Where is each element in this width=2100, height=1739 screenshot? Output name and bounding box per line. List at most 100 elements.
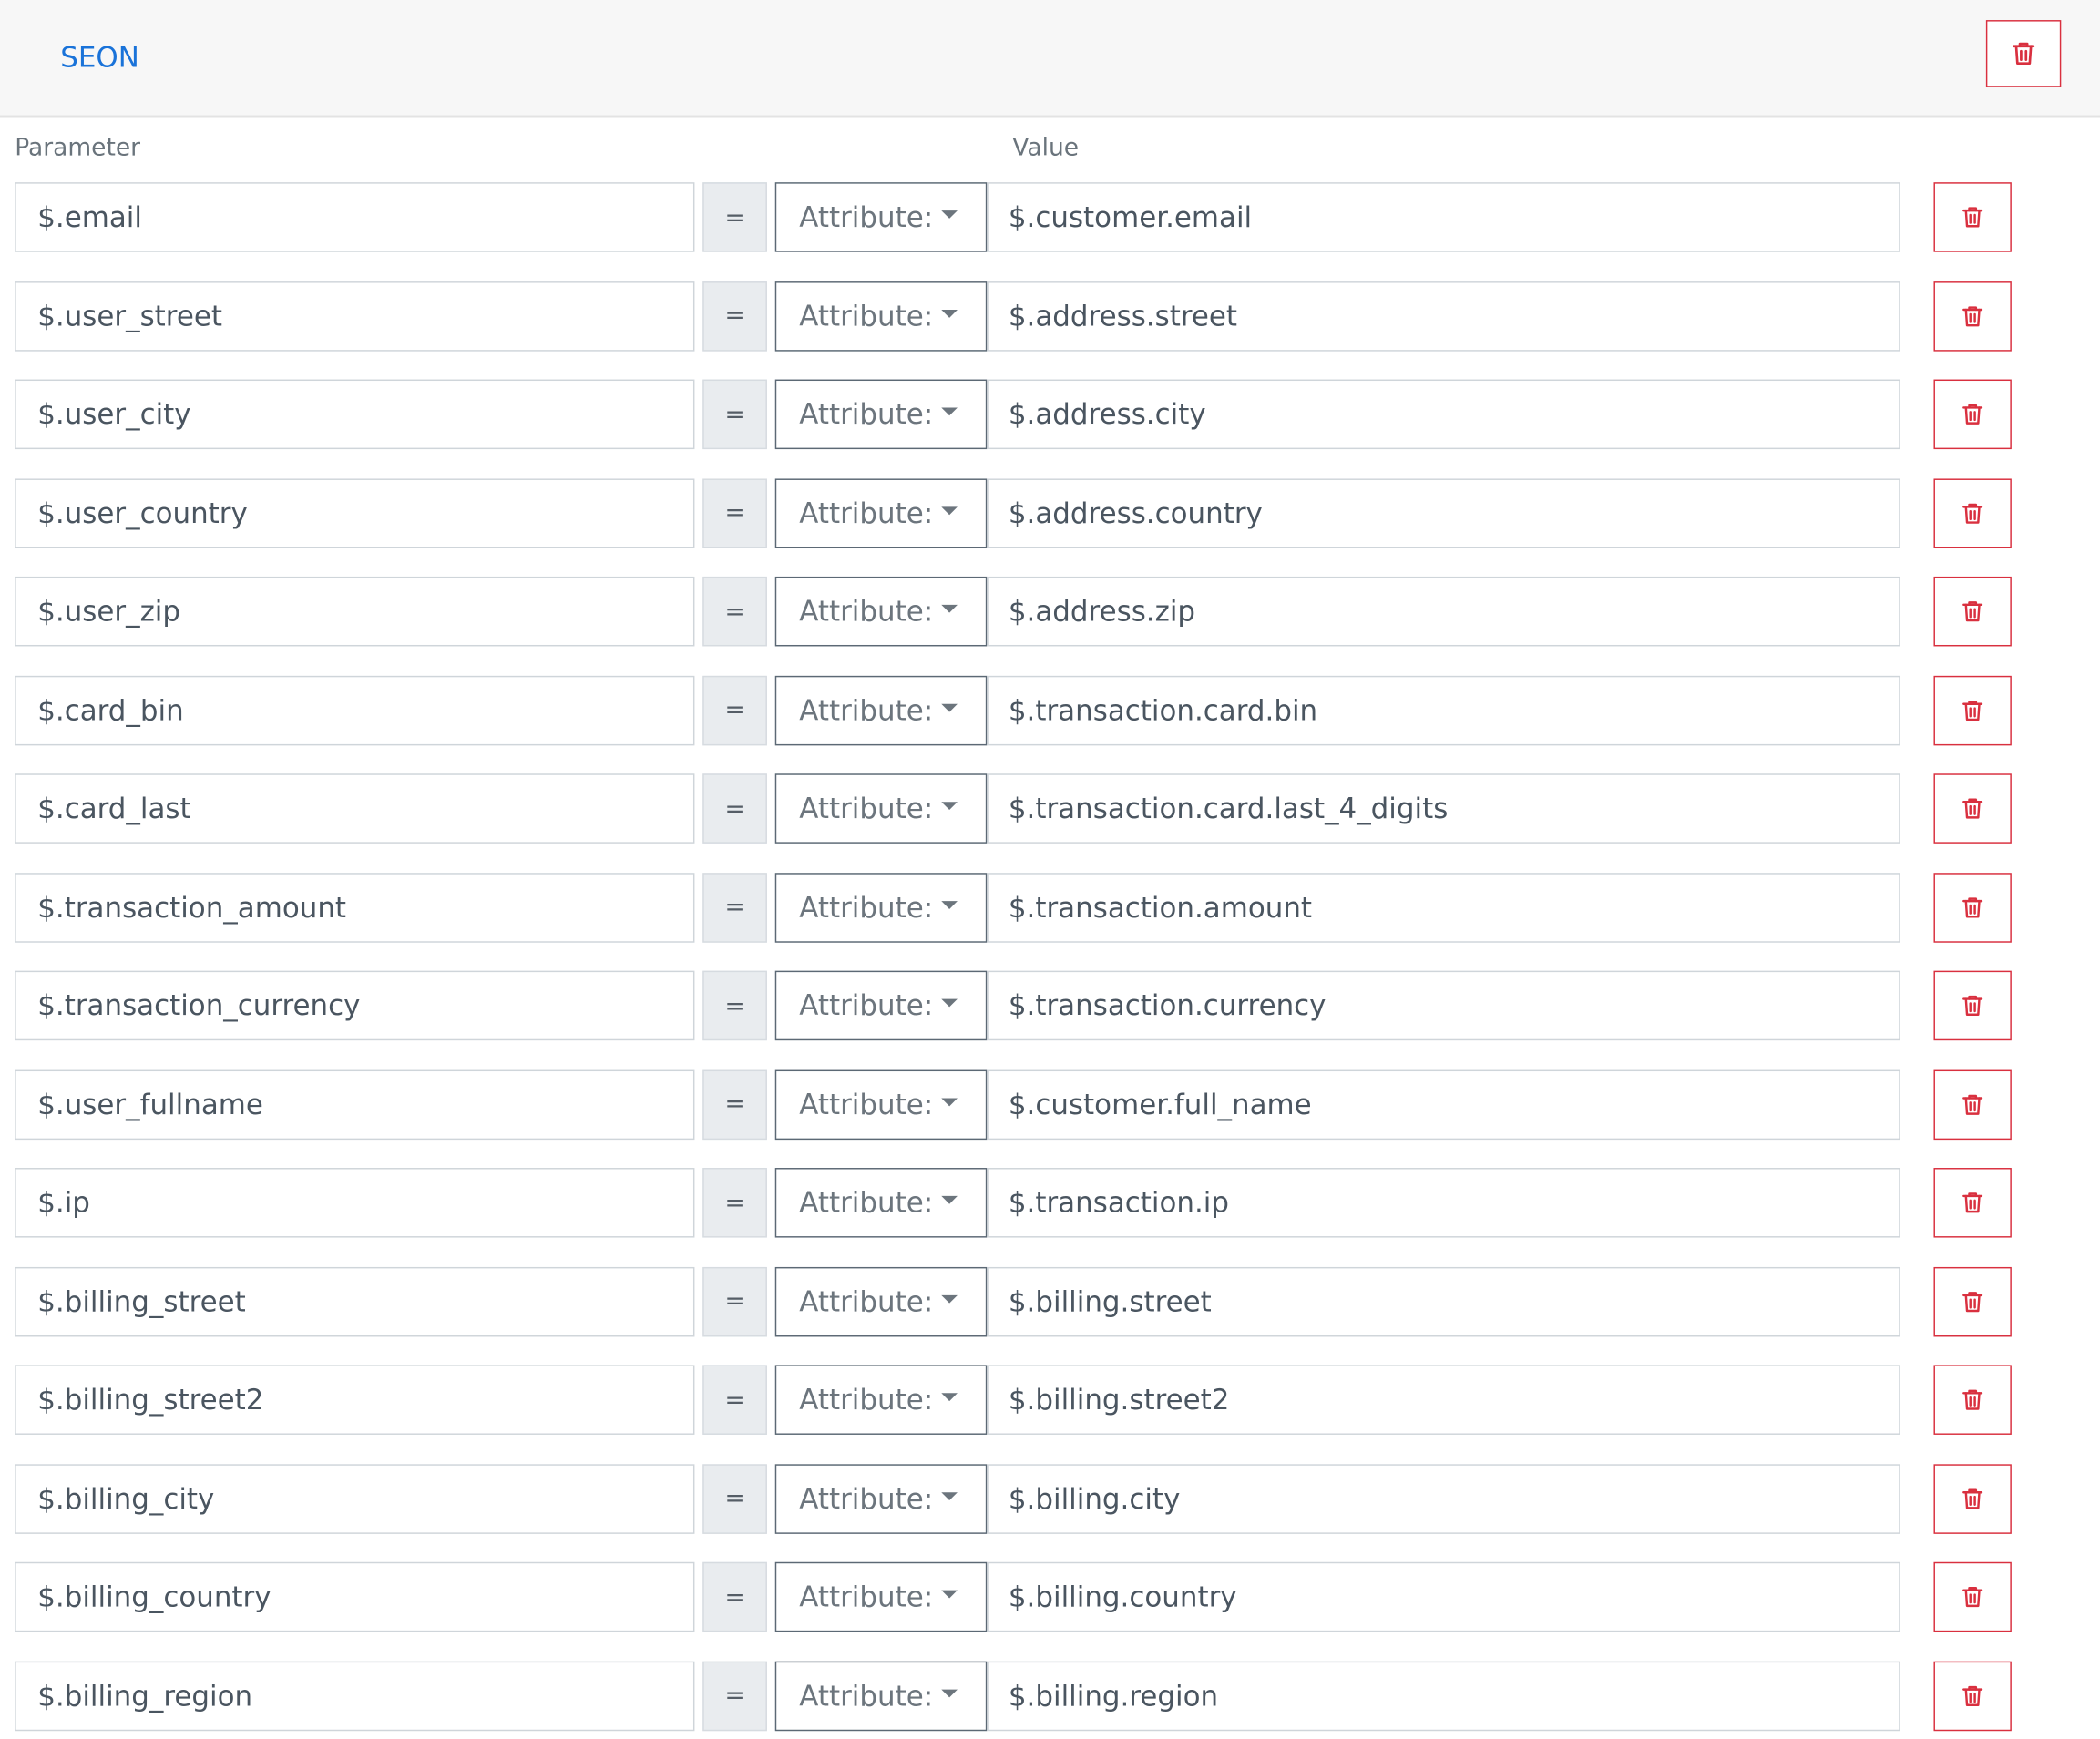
value-input[interactable]: $.transaction.ip (987, 1168, 1900, 1238)
value-type-dropdown[interactable]: Attribute: (774, 1365, 988, 1435)
value-text: $.transaction.card.last_4_digits (1008, 792, 1449, 825)
value-input[interactable]: $.transaction.card.last_4_digits (987, 773, 1900, 844)
parameter-input[interactable]: $.card_bin (15, 675, 695, 745)
value-type-dropdown[interactable]: Attribute: (774, 675, 988, 745)
value-input[interactable]: $.transaction.card.bin (987, 675, 1900, 745)
trash-icon (1959, 795, 1985, 822)
value-type-dropdown[interactable]: Attribute: (774, 576, 988, 647)
parameter-input[interactable]: $.ip (15, 1168, 695, 1238)
delete-row-button[interactable] (1933, 1561, 2012, 1632)
value-input[interactable]: $.billing.city (987, 1463, 1900, 1534)
operator-equals: = (702, 675, 767, 745)
value-type-dropdown[interactable]: Attribute: (774, 1168, 988, 1238)
value-input[interactable]: $.address.street (987, 281, 1900, 351)
parameter-value: $.card_last (37, 792, 191, 825)
value-input[interactable]: $.billing.region (987, 1660, 1900, 1731)
operator-equals: = (702, 1266, 767, 1336)
value-type-label: Attribute: (799, 1580, 934, 1613)
operator-label: = (724, 498, 745, 527)
caret-down-icon (940, 1688, 958, 1697)
value-type-dropdown[interactable]: Attribute: (774, 1069, 988, 1140)
operator-equals: = (702, 1069, 767, 1140)
value-type-dropdown[interactable]: Attribute: (774, 872, 988, 943)
parameter-input[interactable]: $.user_zip (15, 576, 695, 647)
value-type-dropdown[interactable]: Attribute: (774, 477, 988, 548)
delete-integration-button[interactable] (1985, 20, 2062, 87)
mapping-row-13: $.billing_street2 = Attribute: $.billing… (0, 1365, 2100, 1435)
parameter-input[interactable]: $.billing_region (15, 1660, 695, 1731)
delete-row-button[interactable] (1933, 872, 2012, 943)
value-type-dropdown[interactable]: Attribute: (774, 970, 988, 1041)
value-type-dropdown[interactable]: Attribute: (774, 773, 988, 844)
parameter-input[interactable]: $.billing_country (15, 1561, 695, 1632)
parameter-input[interactable]: $.user_street (15, 281, 695, 351)
value-type-dropdown[interactable]: Attribute: (774, 1561, 988, 1632)
value-type-dropdown[interactable]: Attribute: (774, 1266, 988, 1336)
delete-row-button[interactable] (1933, 281, 2012, 351)
value-type-dropdown[interactable]: Attribute: (774, 379, 988, 450)
parameter-input[interactable]: $.billing_street (15, 1266, 695, 1336)
value-input[interactable]: $.transaction.amount (987, 872, 1900, 943)
parameter-value: $.billing_street (37, 1284, 246, 1318)
caret-down-icon (940, 506, 958, 515)
parameter-input[interactable]: $.user_country (15, 477, 695, 548)
delete-row-button[interactable] (1933, 576, 2012, 647)
trash-icon (1959, 1485, 1985, 1511)
value-input[interactable]: $.customer.email (987, 182, 1900, 252)
operator-label: = (724, 991, 745, 1020)
parameter-input[interactable]: $.transaction_amount (15, 872, 695, 943)
value-input[interactable]: $.billing.street (987, 1266, 1900, 1336)
value-input[interactable]: $.transaction.currency (987, 970, 1900, 1041)
delete-row-button[interactable] (1933, 970, 2012, 1041)
value-input[interactable]: $.address.zip (987, 576, 1900, 647)
value-input[interactable]: $.billing.street2 (987, 1365, 1900, 1435)
value-type-label: Attribute: (799, 1284, 934, 1318)
delete-row-button[interactable] (1933, 1463, 2012, 1534)
operator-equals: = (702, 477, 767, 548)
value-text: $.billing.country (1008, 1580, 1237, 1613)
mapping-row-5: $.user_zip = Attribute: $.address.zip (0, 576, 2100, 647)
value-type-dropdown[interactable]: Attribute: (774, 281, 988, 351)
delete-row-button[interactable] (1933, 773, 2012, 844)
value-input[interactable]: $.address.country (987, 477, 1900, 548)
value-type-label: Attribute: (799, 891, 934, 924)
parameter-input[interactable]: $.card_last (15, 773, 695, 844)
value-type-label: Attribute: (799, 1186, 934, 1219)
parameter-input[interactable]: $.transaction_currency (15, 970, 695, 1041)
delete-row-button[interactable] (1933, 1168, 2012, 1238)
parameter-input[interactable]: $.user_fullname (15, 1069, 695, 1140)
delete-row-button[interactable] (1933, 1069, 2012, 1140)
trash-icon (1959, 1386, 1985, 1413)
mapping-row-2: $.user_street = Attribute: $.address.str… (0, 281, 2100, 351)
delete-row-button[interactable] (1933, 477, 2012, 548)
parameter-input[interactable]: $.billing_street2 (15, 1365, 695, 1435)
delete-row-button[interactable] (1933, 1365, 2012, 1435)
parameter-input[interactable]: $.billing_city (15, 1463, 695, 1534)
value-input[interactable]: $.customer.full_name (987, 1069, 1900, 1140)
delete-row-button[interactable] (1933, 675, 2012, 745)
delete-row-button[interactable] (1933, 1266, 2012, 1336)
parameter-input[interactable]: $.user_city (15, 379, 695, 450)
value-text: $.billing.city (1008, 1482, 1181, 1515)
delete-row-button[interactable] (1933, 379, 2012, 450)
parameter-value: $.transaction_amount (37, 891, 347, 924)
delete-row-button[interactable] (1933, 1660, 2012, 1731)
trash-icon (1959, 1190, 1985, 1216)
value-text: $.address.city (1008, 398, 1206, 431)
trash-icon (1959, 1090, 1985, 1117)
caret-down-icon (940, 1097, 958, 1106)
integration-title[interactable]: SEON (60, 40, 139, 75)
value-input[interactable]: $.address.city (987, 379, 1900, 450)
value-type-dropdown[interactable]: Attribute: (774, 182, 988, 252)
value-type-label: Attribute: (799, 1482, 934, 1515)
value-column-label: Value (1012, 134, 1080, 163)
value-type-dropdown[interactable]: Attribute: (774, 1660, 988, 1731)
operator-label: = (724, 695, 745, 724)
value-text: $.address.street (1008, 299, 1238, 332)
value-input[interactable]: $.billing.country (987, 1561, 1900, 1632)
parameter-input[interactable]: $.email (15, 182, 695, 252)
value-type-dropdown[interactable]: Attribute: (774, 1463, 988, 1534)
delete-row-button[interactable] (1933, 182, 2012, 252)
value-type-label: Attribute: (799, 1088, 934, 1120)
operator-equals: = (702, 872, 767, 943)
